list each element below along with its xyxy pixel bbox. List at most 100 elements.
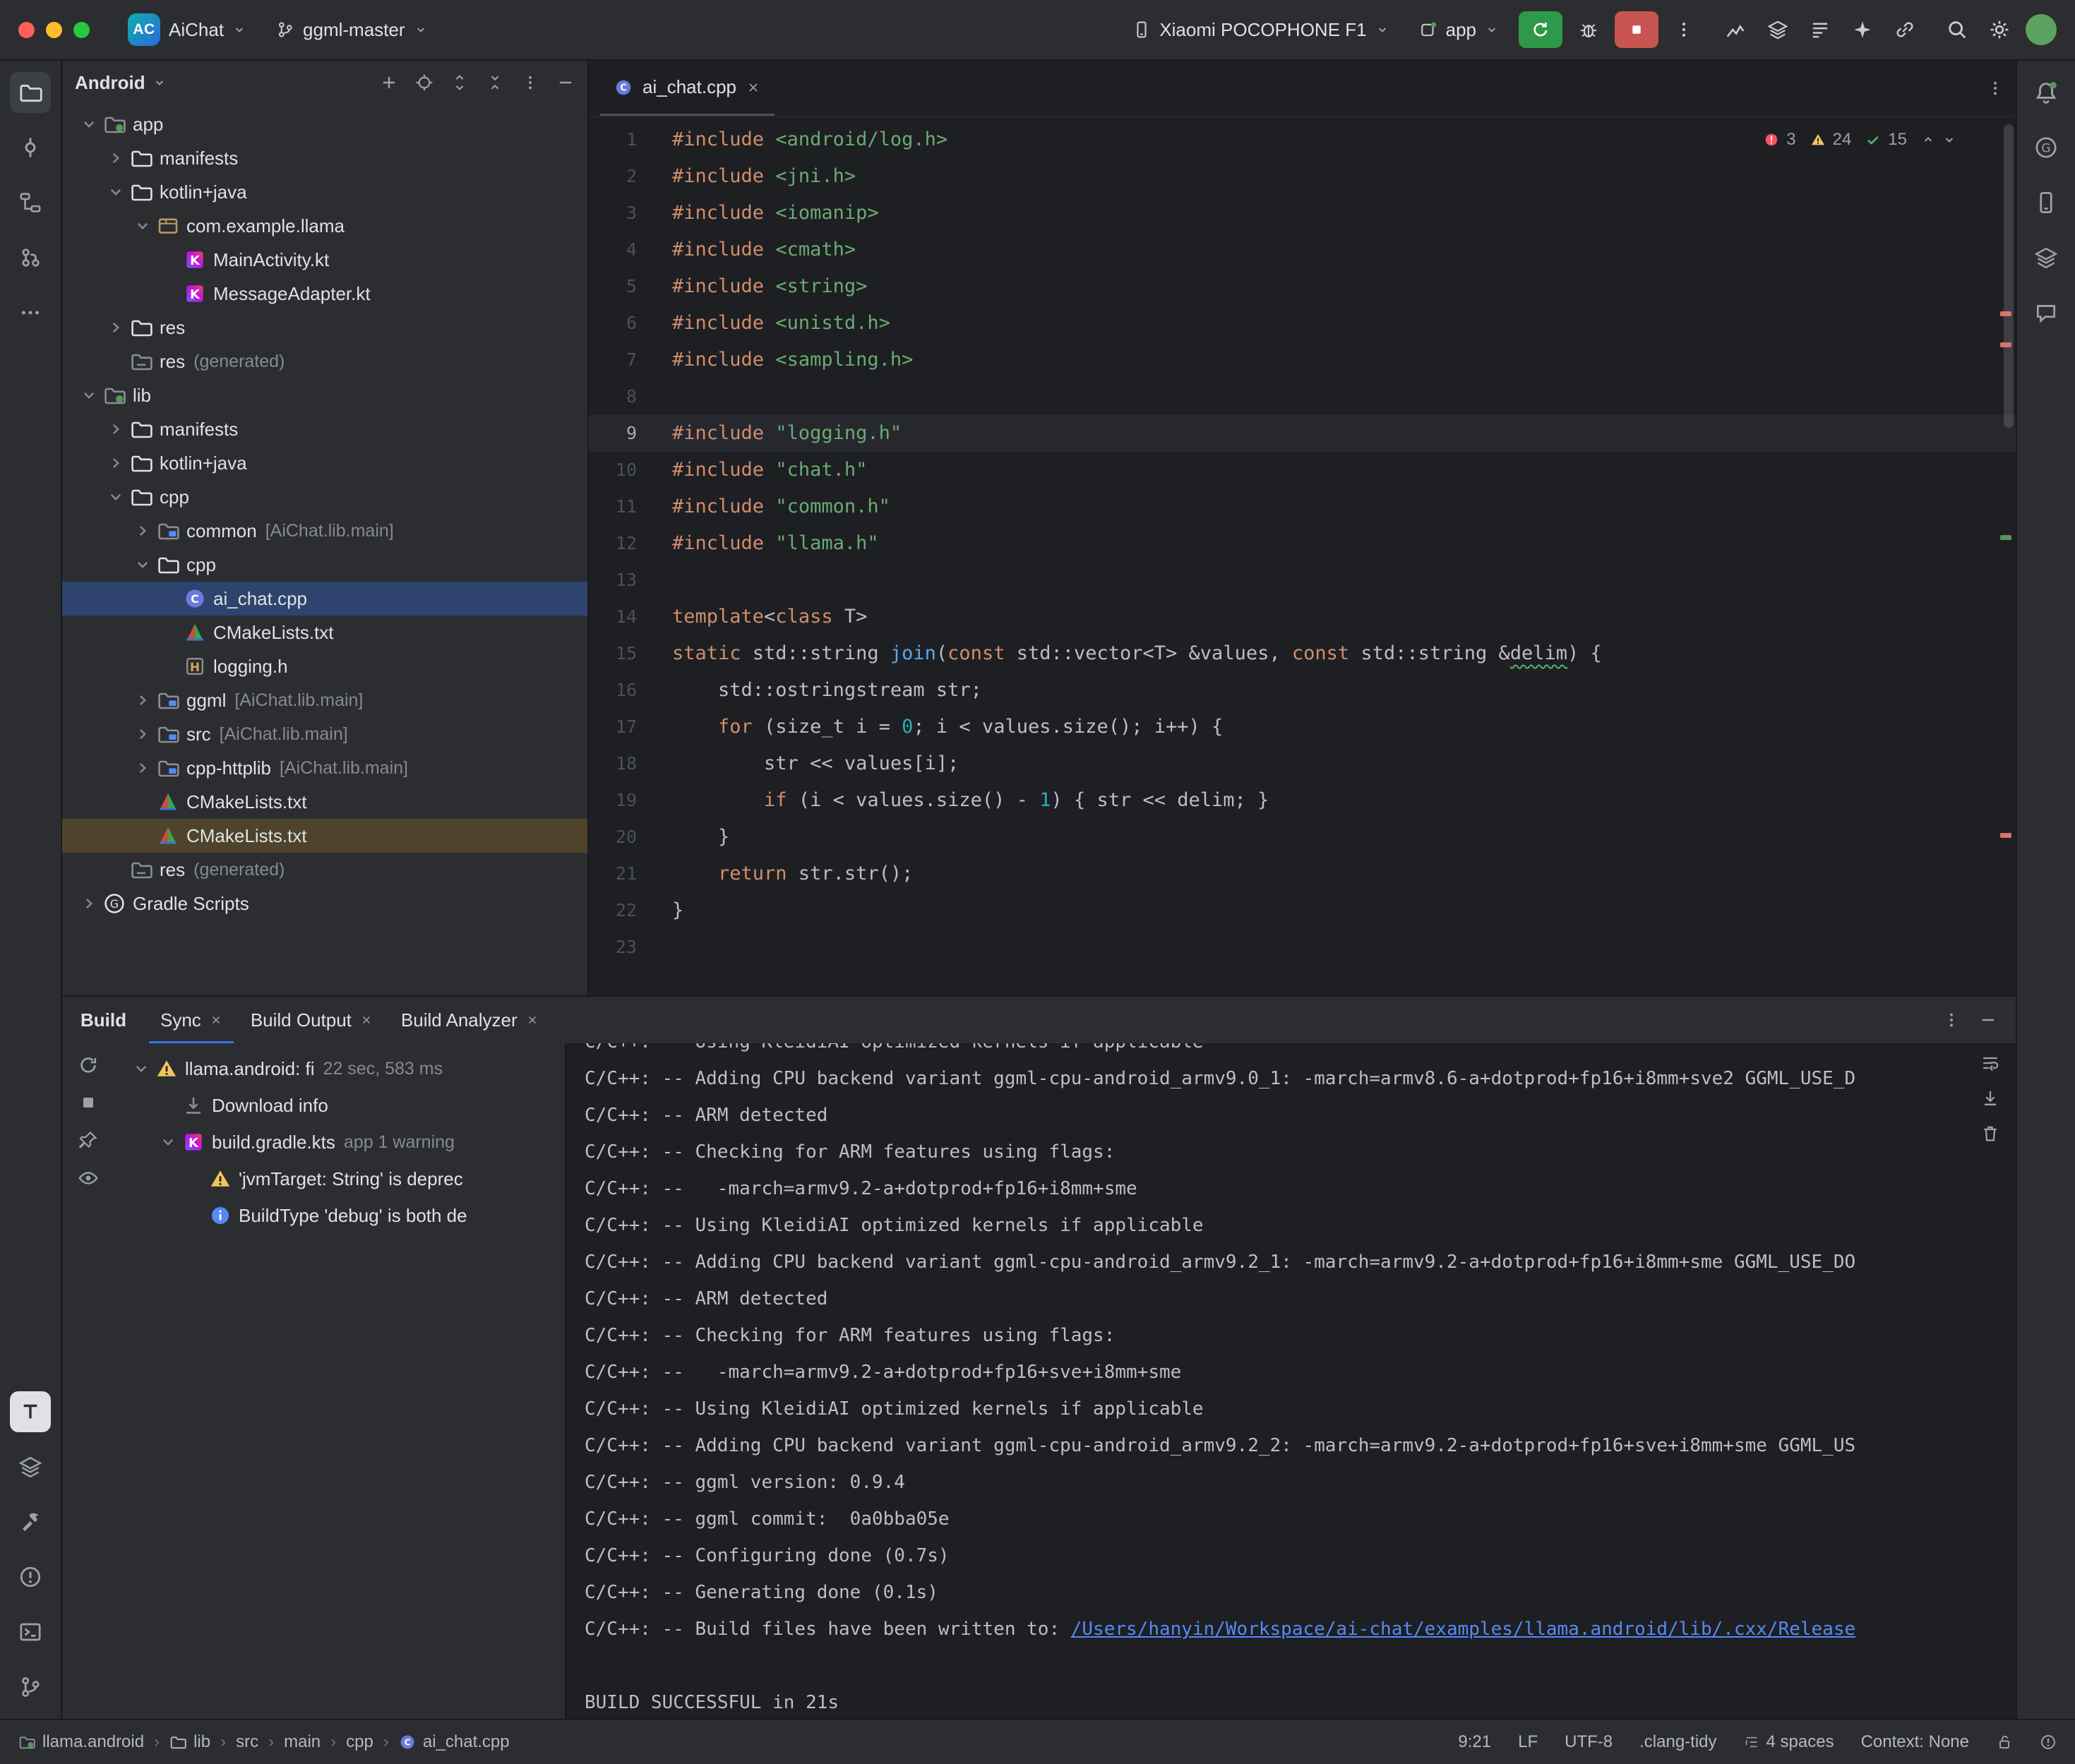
tree-item[interactable]: kotlin+java [62,175,587,209]
editor-options-icon[interactable] [1986,79,2004,97]
code-line[interactable]: 3#include <iomanip> [589,195,2016,232]
project-selector[interactable]: AC AiChat [118,6,256,53]
todo-tool-button[interactable] [10,1391,51,1432]
line-number[interactable]: 21 [589,856,662,892]
chevron-closed-icon[interactable] [103,419,128,439]
code-line[interactable]: 21 return str.str(); [589,856,2016,892]
chevron-closed-icon[interactable] [130,758,155,778]
error-stripe-mark[interactable] [2000,311,2011,316]
tree-item[interactable]: kotlin+java [62,446,587,480]
more-options-icon[interactable] [1942,1011,1961,1029]
build-tree-item[interactable]: Kbuild.gradle.ktsapp 1 warning [114,1124,565,1160]
code-line[interactable]: 11#include "common.h" [589,488,2016,525]
tree-item[interactable]: src[AiChat.lib.main] [62,717,587,751]
chevron-closed-icon[interactable] [130,690,155,710]
tree-item[interactable]: lib [62,378,587,412]
rerun-button[interactable] [1519,11,1562,48]
line-number[interactable]: 10 [589,452,662,488]
code-line[interactable]: 8 [589,378,2016,415]
code-line[interactable]: 17 for (size_t i = 0; i < values.size();… [589,709,2016,745]
build-window-title[interactable]: Build [80,1009,126,1031]
line-number[interactable]: 14 [589,599,662,635]
zoom-window-button[interactable] [73,22,90,38]
line-number[interactable]: 12 [589,525,662,562]
line-number[interactable]: 15 [589,635,662,672]
app-inspection-icon[interactable] [1767,19,1788,40]
resource-manager-tool-button[interactable] [10,1446,51,1487]
tree-item[interactable]: CMakeLists.txt [62,785,587,819]
chevron-closed-icon[interactable] [103,453,128,473]
rerun-sync-icon[interactable] [78,1055,99,1076]
locate-file-icon[interactable] [415,73,433,92]
gemini-icon[interactable] [1852,19,1873,40]
chevron-open-icon[interactable] [76,385,102,405]
breadcrumb-item[interactable]: cpp [346,1732,373,1752]
chevron-closed-icon[interactable] [76,894,102,913]
chevron-open-icon[interactable] [128,1059,154,1079]
commit-tool-button[interactable] [10,127,51,168]
line-number[interactable]: 16 [589,672,662,709]
line-number[interactable]: 22 [589,892,662,929]
chevron-open-icon[interactable] [103,487,128,507]
assistant-tool-button[interactable] [2026,292,2067,333]
code-line[interactable]: 4#include <cmath> [589,232,2016,268]
running-devices-tool-button[interactable] [2026,237,2067,278]
tree-item[interactable]: cpp-httplib[AiChat.lib.main] [62,751,587,785]
breadcrumb-item[interactable]: Cai_chat.cpp [399,1732,510,1752]
line-number[interactable]: 11 [589,488,662,525]
tab-build-output[interactable]: Build Output [239,997,384,1043]
notifications-tool-button[interactable] [2026,72,2067,113]
line-number[interactable]: 8 [589,378,662,415]
device-mirroring-icon[interactable] [1894,19,1915,40]
search-everywhere-icon[interactable] [1947,19,1968,40]
logcat-icon[interactable] [1810,19,1831,40]
code-line[interactable]: 7#include <sampling.h> [589,342,2016,378]
device-selector[interactable]: Xiaomi POCOPHONE F1 [1123,12,1399,48]
tree-item[interactable]: com.example.llama [62,209,587,243]
code-line[interactable]: 5#include <string> [589,268,2016,305]
line-number[interactable]: 20 [589,819,662,856]
caret-position[interactable]: 9:21 [1458,1732,1491,1752]
minimize-window-button[interactable] [46,22,62,38]
clear-console-icon[interactable] [1980,1124,2000,1144]
tree-item[interactable]: CMakeLists.txt [62,616,587,649]
tree-item[interactable]: cpp [62,480,587,514]
collapse-all-icon[interactable] [486,73,504,92]
line-number[interactable]: 3 [589,195,662,232]
chevron-open-icon[interactable] [103,182,128,202]
code-line[interactable]: 2#include <jni.h> [589,158,2016,195]
line-number[interactable]: 1 [589,121,662,158]
hide-panel-icon[interactable] [556,73,575,92]
chevron-open-icon[interactable] [76,114,102,134]
editor-tab[interactable]: C ai_chat.cpp [600,61,775,116]
chevron-open-icon[interactable] [155,1132,181,1152]
build-tree-item[interactable]: BuildType 'debug' is both de [114,1197,565,1234]
build-tree-item[interactable]: Download info [114,1087,565,1124]
chevron-closed-icon[interactable] [130,521,155,541]
notifications-status-icon[interactable] [2040,1734,2057,1751]
line-number[interactable]: 18 [589,745,662,782]
line-number[interactable]: 17 [589,709,662,745]
error-stripe-mark[interactable] [2000,535,2011,540]
chevron-closed-icon[interactable] [103,318,128,337]
line-number[interactable]: 2 [589,158,662,195]
clang-tidy-widget[interactable]: .clang-tidy [1639,1732,1716,1752]
breadcrumb-item[interactable]: main [284,1732,321,1752]
line-number[interactable]: 23 [589,929,662,966]
debug-button[interactable] [1578,19,1599,40]
code-line[interactable]: 10#include "chat.h" [589,452,2016,488]
console-file-link[interactable]: /Users/hanyin/Workspace/ai-chat/examples… [1071,1619,1855,1640]
code-editor[interactable]: 1#include <android/log.h>2#include <jni.… [589,117,2016,995]
more-options-icon[interactable] [521,73,539,92]
pull-requests-tool-button[interactable] [10,237,51,278]
avatar[interactable] [2026,14,2057,45]
indent-widget[interactable]: 4 spaces [1744,1732,1834,1752]
code-line[interactable]: 18 str << values[i]; [589,745,2016,782]
lock-icon[interactable] [1996,1734,2013,1751]
code-line[interactable]: 22} [589,892,2016,929]
line-number[interactable]: 5 [589,268,662,305]
chevron-open-icon[interactable] [130,216,155,236]
add-icon[interactable] [380,73,398,92]
tab-build-analyzer[interactable]: Build Analyzer [390,997,550,1043]
tree-item[interactable]: res [62,311,587,344]
